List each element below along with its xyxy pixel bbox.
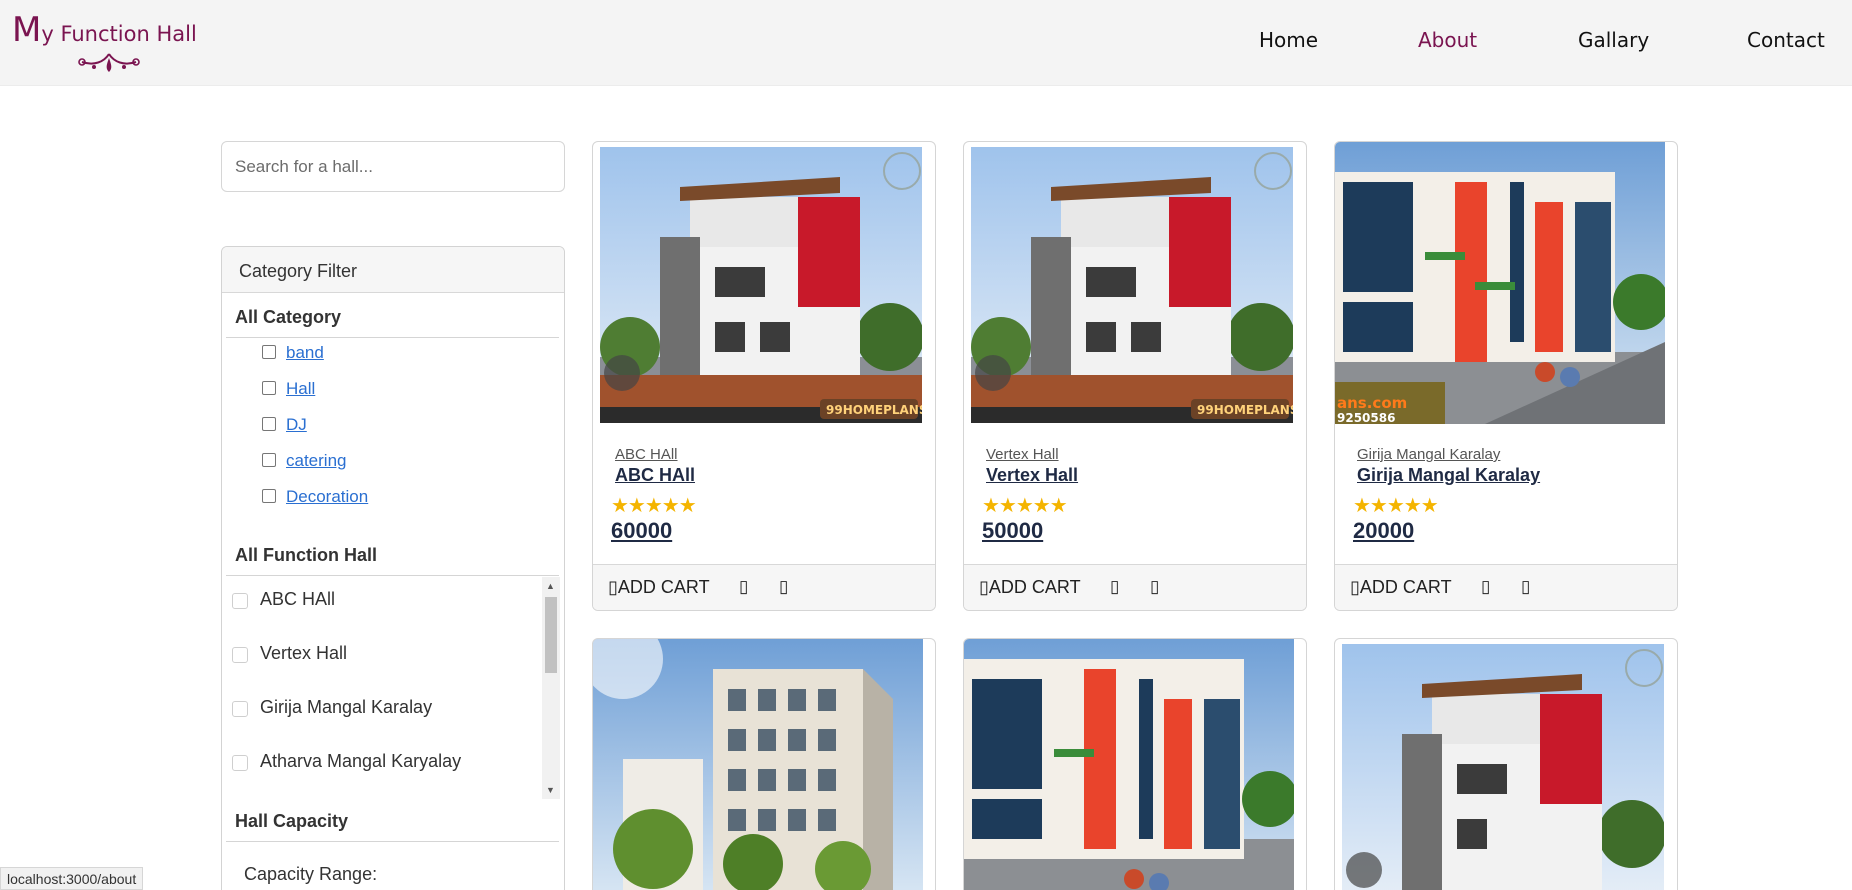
add-cart-button[interactable]: ▯ADD CART [979, 577, 1081, 598]
category-link[interactable]: Hall [286, 379, 315, 399]
category-checkbox[interactable] [262, 345, 276, 359]
hall-category-link[interactable]: Girija Mangal Karalay [1357, 446, 1500, 463]
add-cart-label: ADD CART [988, 577, 1081, 597]
hall-card-4[interactable] [592, 638, 936, 890]
divider [226, 575, 559, 576]
hall-capacity-heading: Hall Capacity [235, 811, 349, 831]
hall-image[interactable] [1342, 644, 1664, 890]
category-checkbox[interactable] [262, 453, 276, 467]
hall-category-link[interactable]: Vertex Hall [986, 446, 1059, 463]
building-image [593, 639, 923, 890]
hall-image[interactable]: 99HOMEPLANS [600, 147, 922, 423]
hall-title-link[interactable]: ABC HAll [615, 465, 695, 486]
hall-list-scrollbar[interactable]: ▲ ▼ [542, 577, 560, 799]
hall-image[interactable]: ans.com 9250586 [1335, 142, 1665, 424]
hall-image[interactable] [593, 639, 923, 890]
image-watermark: ans.com [1337, 394, 1407, 412]
building-image: 99HOMEPLANS [971, 147, 1293, 423]
card-footer: ▯ADD CART ▯ ▯ [593, 564, 935, 610]
share-icon[interactable]: ▯ [1150, 577, 1159, 597]
building-image [964, 639, 1294, 890]
hall-price[interactable]: 60000 [611, 518, 672, 544]
card-body: Vertex Hall Vertex Hall ★★★★★ 50000 [964, 424, 1306, 564]
function-hall-list[interactable]: ABC HAll Vertex Hall Girija Mangal Karal… [224, 577, 560, 803]
rating-stars: ★★★★★ [611, 495, 697, 517]
share-icon[interactable]: ▯ [779, 577, 788, 597]
add-cart-label: ADD CART [617, 577, 710, 597]
category-link[interactable]: band [286, 343, 324, 363]
scroll-up-icon[interactable]: ▲ [546, 581, 555, 591]
hall-image[interactable] [964, 639, 1294, 890]
hall-category-link[interactable]: ABC HAll [615, 446, 678, 463]
hall-card-abc[interactable]: 99HOMEPLANS ABC HAll ABC HAll ★★★★★ 6000… [592, 141, 936, 611]
hall-checkbox[interactable] [232, 593, 248, 609]
hall-title-link[interactable]: Vertex Hall [986, 465, 1078, 486]
scrollbar-thumb[interactable] [545, 597, 557, 673]
divider [226, 841, 559, 842]
category-checkbox[interactable] [262, 417, 276, 431]
wishlist-icon[interactable]: ▯ [1110, 577, 1119, 597]
nav-gallary[interactable]: Gallary [1578, 28, 1649, 52]
category-link[interactable]: DJ [286, 415, 307, 435]
hall-option-label: Girija Mangal Karalay [260, 697, 433, 717]
hall-checkbox[interactable] [232, 701, 248, 717]
scroll-down-icon[interactable]: ▼ [546, 785, 555, 795]
rating-stars: ★★★★★ [1353, 495, 1439, 517]
add-cart-button[interactable]: ▯ADD CART [608, 577, 710, 598]
divider [226, 337, 559, 338]
hall-card-6[interactable] [1334, 638, 1678, 890]
category-filter-panel: Category Filter All Category band Hall D… [221, 246, 565, 890]
filter-panel-title: Category Filter [222, 247, 564, 293]
rating-stars: ★★★★★ [982, 495, 1068, 517]
hall-card-vertex[interactable]: 99HOMEPLANS Vertex Hall Vertex Hall ★★★★… [963, 141, 1307, 611]
building-image: 99HOMEPLANS [600, 147, 922, 423]
building-image: ans.com 9250586 [1335, 142, 1665, 424]
nav-contact[interactable]: Contact [1747, 28, 1825, 52]
building-image [1342, 644, 1664, 890]
nav-home[interactable]: Home [1259, 28, 1318, 52]
card-footer: ▯ADD CART ▯ ▯ [964, 564, 1306, 610]
share-icon[interactable]: ▯ [1521, 577, 1530, 597]
hall-image[interactable]: 99HOMEPLANS [971, 147, 1293, 423]
card-footer: ▯ADD CART ▯ ▯ [1335, 564, 1677, 610]
hall-price[interactable]: 20000 [1353, 518, 1414, 544]
hall-checkbox[interactable] [232, 755, 248, 771]
wishlist-icon[interactable]: ▯ [1481, 577, 1490, 597]
site-header: My Function Hall Home About Gallary Cont… [0, 0, 1852, 86]
add-cart-button[interactable]: ▯ADD CART [1350, 577, 1452, 598]
category-checkbox[interactable] [262, 381, 276, 395]
hall-option-label: ABC HAll [260, 589, 336, 609]
nav-about[interactable]: About [1418, 28, 1477, 52]
category-checkbox[interactable] [262, 489, 276, 503]
browser-status-url: localhost:3000/about [0, 867, 144, 890]
card-body: ABC HAll ABC HAll ★★★★★ 60000 [593, 424, 935, 564]
category-link[interactable]: Decoration [286, 487, 368, 507]
all-category-heading: All Category [235, 307, 342, 327]
card-body: Girija Mangal Karalay Girija Mangal Kara… [1335, 424, 1677, 564]
add-cart-label: ADD CART [1359, 577, 1452, 597]
hall-title-link[interactable]: Girija Mangal Karalay [1357, 465, 1540, 486]
all-function-hall-heading: All Function Hall [235, 545, 377, 565]
image-watermark: 99HOMEPLANS [1197, 403, 1293, 417]
hall-search-input[interactable] [221, 141, 565, 192]
wishlist-icon[interactable]: ▯ [739, 577, 748, 597]
hall-option-label: Vertex Hall [260, 643, 348, 663]
image-phone: 9250586 [1337, 411, 1395, 424]
hall-checkbox[interactable] [232, 647, 248, 663]
hall-card-girija[interactable]: ans.com 9250586 Girija Mangal Karalay Gi… [1334, 141, 1678, 611]
main-nav: Home About Gallary Contact [0, 28, 1852, 58]
category-link[interactable]: catering [286, 451, 346, 471]
hall-option-label: Atharva Mangal Karyalay [260, 751, 462, 771]
image-watermark: 99HOMEPLANS [826, 403, 922, 417]
hall-card-5[interactable] [963, 638, 1307, 890]
hall-price[interactable]: 50000 [982, 518, 1043, 544]
capacity-range-label: Capacity Range: [244, 864, 378, 884]
